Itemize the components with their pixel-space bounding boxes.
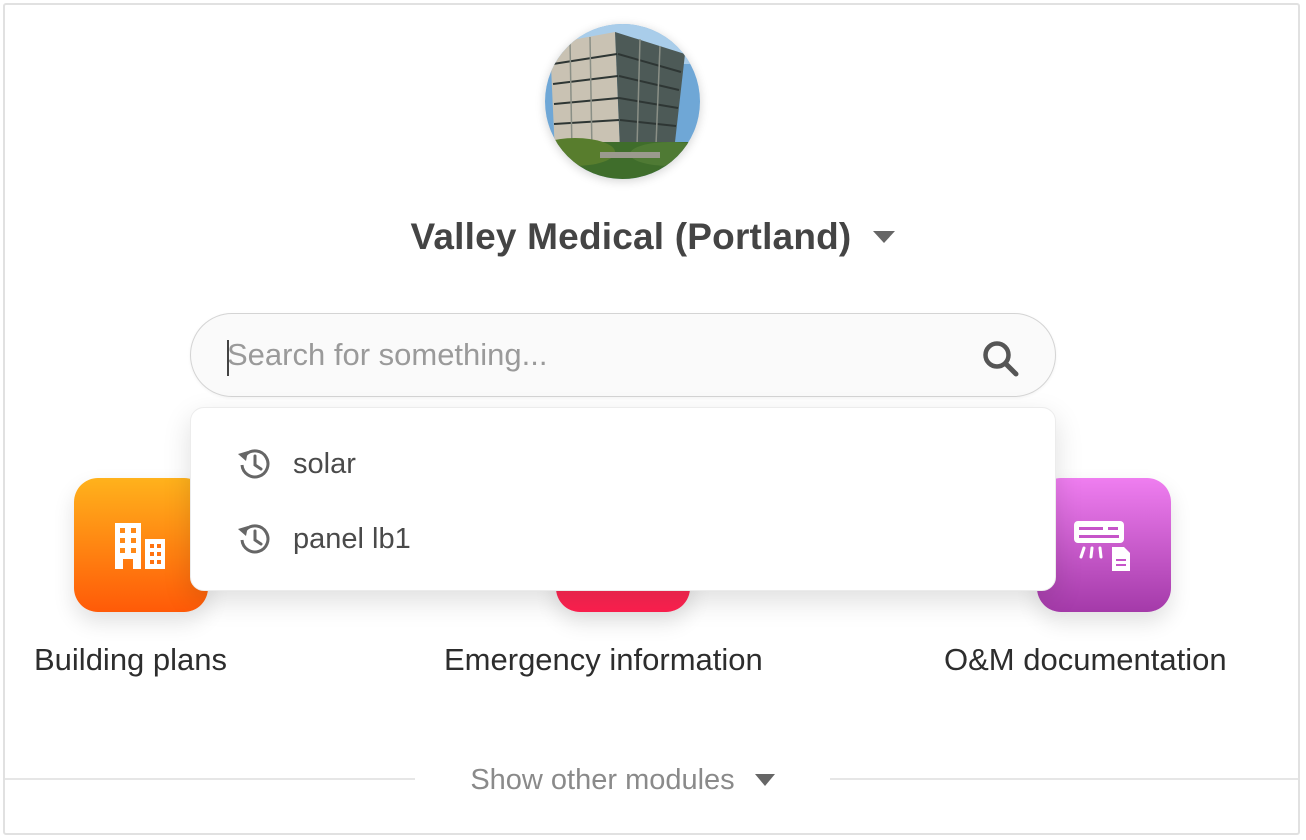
divider xyxy=(5,778,415,780)
divider xyxy=(830,778,1298,780)
show-other-modules-label: Show other modules xyxy=(470,763,735,796)
recent-search-label: solar xyxy=(293,447,356,480)
search-input[interactable] xyxy=(227,328,947,382)
site-title: Valley Medical (Portland) xyxy=(410,216,852,257)
recent-searches-dropdown: solar panel lb1 xyxy=(190,407,1056,591)
chevron-down-icon xyxy=(873,231,896,243)
om-documentation-label[interactable]: O&M documentation xyxy=(944,642,1227,678)
history-icon xyxy=(238,449,270,479)
recent-search-item[interactable]: panel lb1 xyxy=(235,514,411,564)
recent-search-item[interactable]: solar xyxy=(235,439,356,489)
emergency-information-label[interactable]: Emergency information xyxy=(444,642,763,678)
search-bar xyxy=(190,313,1056,397)
hvac-document-icon xyxy=(1074,521,1130,571)
recent-search-label: panel lb1 xyxy=(293,522,411,555)
text-cursor xyxy=(227,340,229,376)
building-plans-label[interactable]: Building plans xyxy=(34,642,227,678)
site-selector[interactable]: Valley Medical (Portland) xyxy=(0,210,1306,264)
building-photo-icon xyxy=(545,24,700,179)
site-avatar[interactable] xyxy=(545,24,700,179)
chevron-down-icon xyxy=(754,774,775,786)
history-icon xyxy=(238,524,270,554)
search-icon[interactable] xyxy=(980,338,1022,380)
om-documentation-tile[interactable] xyxy=(1037,478,1171,612)
buildings-icon xyxy=(115,523,165,569)
show-other-modules-button[interactable]: Show other modules xyxy=(420,760,825,800)
building-plans-tile[interactable] xyxy=(74,478,208,612)
